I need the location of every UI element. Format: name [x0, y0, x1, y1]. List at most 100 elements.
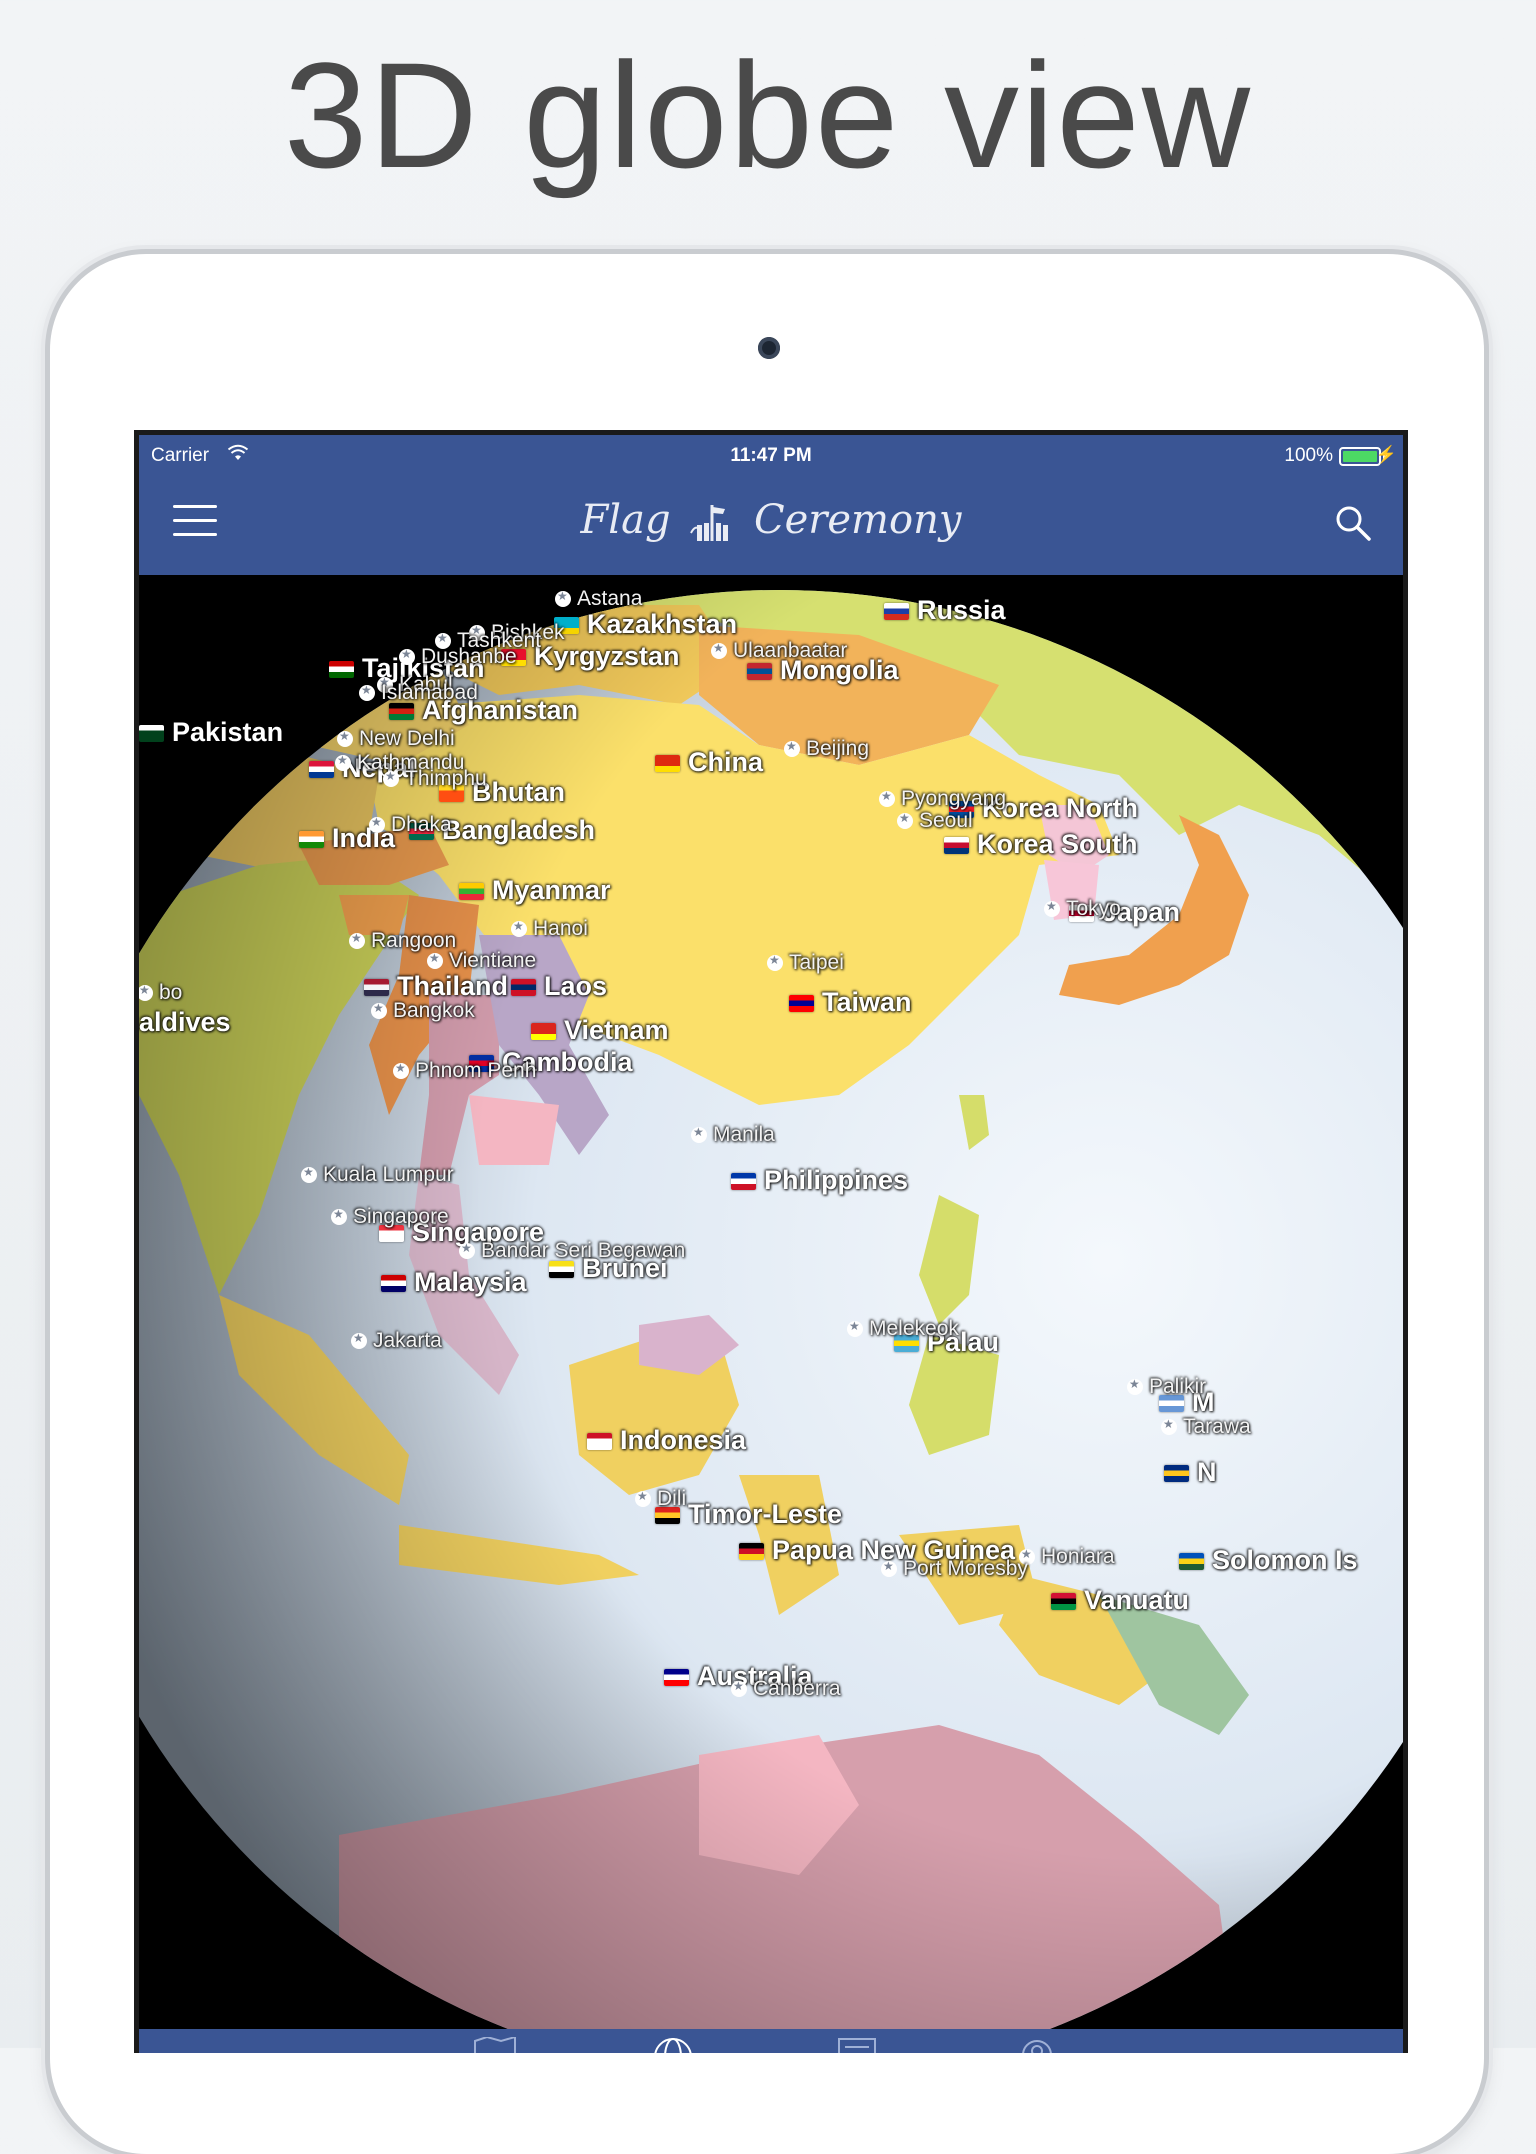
flag-icon [381, 1275, 406, 1293]
country-name: Pakistan [172, 717, 284, 747]
profile-icon[interactable] [1015, 2037, 1059, 2053]
country-label[interactable]: Russia [884, 595, 1006, 626]
capital-label: New Delhi [337, 727, 455, 751]
country-label[interactable]: Korea South [944, 829, 1138, 860]
search-icon[interactable] [1333, 503, 1373, 543]
flag-icon [389, 703, 414, 721]
capital-name: Singapore [353, 1205, 449, 1228]
capital-name: Manila [713, 1123, 775, 1146]
cards-icon[interactable] [835, 2037, 879, 2053]
capital-label: Manila [691, 1123, 775, 1147]
capital-label: Dhaka [369, 813, 452, 837]
capital-name: Phnom Penh [415, 1059, 537, 1082]
capital-label: Islamabad [359, 681, 478, 705]
capital-name: Jakarta [373, 1329, 442, 1352]
capital-label: Dushanbe [399, 645, 517, 669]
capital-name: Dushanbe [421, 645, 517, 668]
capital-star-icon [511, 919, 527, 938]
charging-icon: ⚡ [1375, 445, 1397, 464]
capital-star-icon [383, 769, 399, 788]
capital-name: Hanoi [533, 917, 588, 940]
capital-label: Bandar Seri Begawan [459, 1239, 685, 1263]
country-name: Laos [544, 971, 608, 1001]
capital-name: Bangkok [393, 999, 475, 1022]
country-label[interactable]: Solomon Is [1179, 1545, 1358, 1576]
country-label[interactable]: Pakistan [139, 717, 283, 748]
capital-name: Tokyo [1066, 897, 1121, 920]
country-name: Philippines [764, 1165, 909, 1195]
capital-label: Seoul [897, 809, 973, 833]
capital-star-icon [1044, 899, 1060, 918]
capital-label: bo [139, 981, 182, 1005]
flag-icon [655, 755, 680, 773]
country-name: Russia [917, 595, 1006, 625]
country-name: Indonesia [620, 1425, 747, 1455]
country-name: Kyrgyzstan [534, 641, 680, 671]
flag-icon [739, 1543, 764, 1561]
flag-icon [884, 603, 909, 621]
capital-star-icon [897, 811, 913, 830]
capital-label: Tarawa [1161, 1415, 1251, 1439]
capital-star-icon [635, 1489, 651, 1508]
country-name: Vietnam [564, 1015, 669, 1045]
country-label[interactable]: N [1164, 1457, 1217, 1488]
capital-label: Port Moresby [881, 1557, 1028, 1581]
capital-name: Astana [577, 587, 643, 610]
capital-star-icon [337, 729, 353, 748]
capital-star-icon [731, 1679, 747, 1698]
capital-name: Kuala Lumpur [323, 1163, 454, 1186]
capital-label: Hanoi [511, 917, 588, 941]
capital-label: Thimphu [383, 767, 487, 791]
capital-star-icon [847, 1319, 863, 1338]
capital-name: Dhaka [391, 813, 452, 836]
battery-percent: 100% [1284, 445, 1333, 466]
globe[interactable] [139, 575, 1403, 2053]
capital-label: Canberra [731, 1677, 841, 1701]
country-label[interactable]: Vanuatu [1051, 1585, 1189, 1616]
globe-map-view[interactable]: Russia Kazakhstan Kyrgyzstan Tajikistan Mong… [139, 575, 1403, 2053]
capital-star-icon [1127, 1377, 1143, 1396]
flag-icon [511, 979, 536, 997]
country-label[interactable]: Laos [511, 971, 607, 1002]
country-label[interactable]: Taiwan [789, 987, 912, 1018]
capital-star-icon [331, 1207, 347, 1226]
country-label[interactable]: Thailand [364, 971, 508, 1002]
capital-star-icon [555, 589, 571, 608]
country-name: Taiwan [822, 987, 912, 1017]
capital-star-icon [335, 753, 351, 772]
country-label[interactable]: Myanmar [459, 875, 611, 906]
capital-star-icon [767, 953, 783, 972]
country-name: Bangladesh [442, 815, 596, 845]
globe-icon[interactable] [651, 2037, 695, 2053]
capital-label: Melekeok [847, 1317, 959, 1341]
capital-name: Bandar Seri Begawan [481, 1239, 686, 1262]
country-label[interactable]: Philippines [731, 1165, 908, 1196]
capital-label: Taipei [767, 951, 844, 975]
capital-label: Bangkok [371, 999, 475, 1023]
map-icon[interactable] [473, 2037, 517, 2053]
capital-star-icon [139, 983, 153, 1002]
capital-star-icon [459, 1241, 475, 1260]
capital-star-icon [427, 951, 443, 970]
country-name: N [1197, 1457, 1217, 1487]
country-label[interactable]: Indonesia [587, 1425, 746, 1456]
capital-name: New Delhi [359, 727, 455, 750]
capital-label: Ulaanbaatar [711, 639, 847, 663]
country-name: Vanuatu [1084, 1585, 1190, 1615]
country-label[interactable]: Kazakhstan [554, 609, 737, 640]
country-name: aldives [139, 1007, 231, 1037]
country-label[interactable]: China [655, 747, 763, 778]
capital-star-icon [349, 931, 365, 950]
flag-icon [549, 1261, 574, 1279]
country-label[interactable]: Vietnam [531, 1015, 669, 1046]
country-name: Thailand [397, 971, 509, 1001]
battery-icon [1339, 447, 1381, 466]
capital-name: Melekeok [869, 1317, 959, 1340]
country-name: Timor-Leste [688, 1499, 843, 1529]
nav-bar: Flag Ceremony [139, 475, 1403, 575]
country-label[interactable]: aldives [139, 1007, 231, 1038]
capital-label: Dili [635, 1487, 686, 1511]
flag-icon [1179, 1553, 1204, 1571]
flag-icon [1164, 1465, 1189, 1483]
country-label[interactable]: Malaysia [381, 1267, 527, 1298]
